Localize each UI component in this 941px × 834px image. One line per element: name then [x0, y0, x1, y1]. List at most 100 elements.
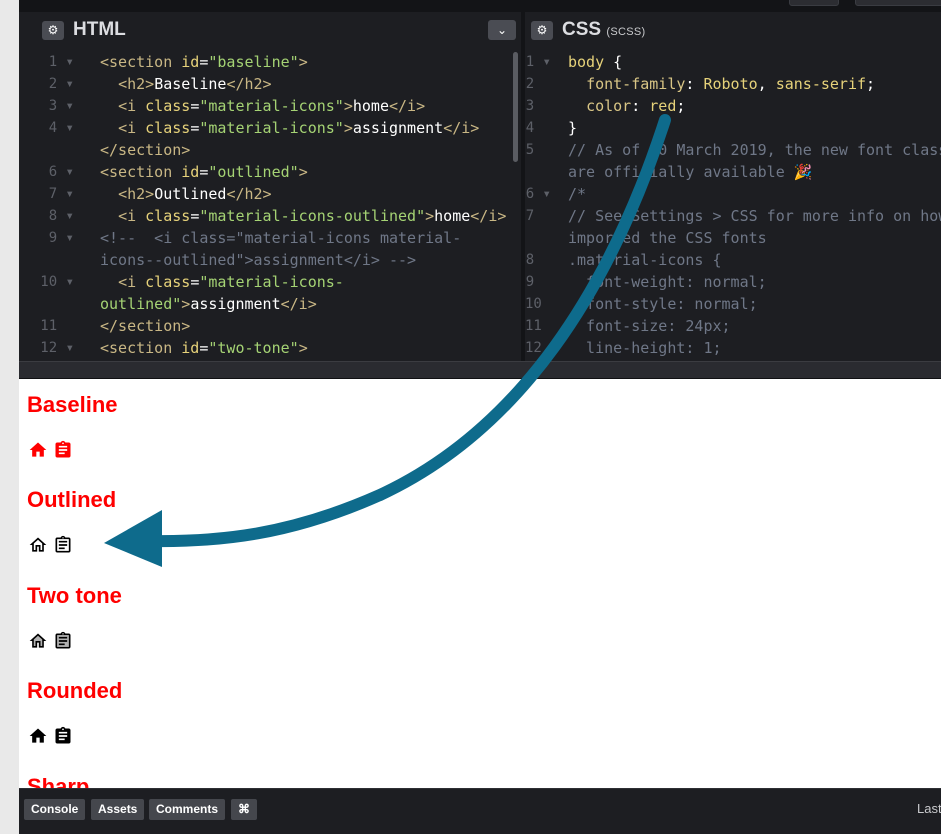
html-code-line[interactable]: 4 ▾ <i class="material-icons">assignment…	[36, 117, 521, 139]
html-code-line[interactable]: 11 </section>	[36, 315, 521, 337]
css-code-line[interactable]: are officially available 🎉	[525, 161, 941, 183]
bottom-bar: Console Assets Comments ⌘ Last saved	[19, 788, 941, 834]
code-text: font-size: 24px;	[568, 315, 731, 337]
home-icon	[28, 440, 48, 460]
css-code-line[interactable]: 9 font-weight: normal;	[525, 271, 941, 293]
line-number: 6 ▾	[36, 161, 80, 183]
comments-button[interactable]: Comments	[149, 799, 225, 820]
html-code-line[interactable]: outlined">assignment</i>	[36, 293, 521, 315]
line-number: 7 ▾	[36, 183, 80, 205]
html-code-line[interactable]: 10 ▾ <i class="material-icons-	[36, 271, 521, 293]
code-text: }	[568, 117, 577, 139]
home-icon	[28, 631, 48, 651]
css-code-line[interactable]: 11 font-size: 24px;	[525, 315, 941, 337]
code-text: <!-- <i class="material-icons material-	[100, 227, 461, 249]
code-text: <i class="material-icons-	[100, 271, 344, 293]
code-text: // As of 20 March 2019, the new font cla…	[568, 139, 941, 161]
css-code-line[interactable]: 6 ▾ /*	[525, 183, 941, 205]
code-text: /*	[568, 183, 586, 205]
css-code-line[interactable]: 8 .material-icons {	[525, 249, 941, 271]
html-code-line[interactable]: </section>	[36, 139, 521, 161]
chevron-down-icon[interactable]: ⌄	[488, 20, 516, 40]
code-text: <i class="material-icons">home</i>	[100, 95, 425, 117]
line-number: 7	[525, 205, 557, 227]
css-editor-title: CSS (SCSS)	[562, 19, 645, 41]
line-number: 3 ▾	[36, 95, 80, 117]
gear-icon[interactable]: ⚙	[531, 21, 553, 40]
html-code-line[interactable]: 8 ▾ <i class="material-icons-outlined">h…	[36, 205, 521, 227]
html-code-line[interactable]: 6 ▾<section id="outlined">	[36, 161, 521, 183]
home-icon	[28, 726, 48, 746]
code-text: icons--outlined">assignment</i> -->	[100, 249, 416, 271]
css-code-line[interactable]: 5 // As of 20 March 2019, the new font c…	[525, 139, 941, 161]
html-code-line[interactable]: 12 ▾<section id="two-tone">	[36, 337, 521, 359]
assignment-icon	[53, 631, 73, 651]
code-text: font-weight: normal;	[568, 271, 767, 293]
code-text: <section id="two-tone">	[100, 337, 308, 359]
panel-resizer[interactable]	[19, 361, 941, 379]
line-number: 9	[525, 271, 557, 293]
css-editor-title-text: CSS	[562, 19, 601, 40]
line-number: 2	[525, 73, 557, 95]
preview-icon-row	[28, 724, 73, 748]
home-icon	[28, 535, 48, 555]
css-code-line[interactable]: 10 font-style: normal;	[525, 293, 941, 315]
line-number: 12	[525, 337, 557, 359]
gear-icon[interactable]: ⚙	[42, 21, 64, 40]
editor-scrollbar[interactable]	[513, 52, 518, 162]
css-code-area[interactable]: 1 ▾ body {2 font-family: Roboto, sans-ser…	[525, 51, 941, 359]
code-text: <h2>Outlined</h2>	[100, 183, 272, 205]
toolbar-button[interactable]	[855, 0, 941, 6]
result-preview: BaselineOutlinedTwo toneRoundedSharp	[19, 379, 941, 788]
line-number: 8	[525, 249, 557, 271]
css-editor-panel: ⚙ CSS (SCSS) 1 ▾ body {2 font-family: Rob…	[521, 12, 941, 361]
code-text: .material-icons {	[568, 249, 722, 271]
code-text: <section id="baseline">	[100, 51, 308, 73]
code-text: line-height: 1;	[568, 337, 722, 359]
css-code-line[interactable]: 2 font-family: Roboto, sans-serif;	[525, 73, 941, 95]
html-code-line[interactable]: 3 ▾ <i class="material-icons">home</i>	[36, 95, 521, 117]
code-text: <i class="material-icons">assignment</i>	[100, 117, 479, 139]
last-saved-text: Last saved	[917, 801, 941, 816]
css-code-line[interactable]: 7 // See Settings > CSS for more info on…	[525, 205, 941, 227]
html-code-line[interactable]: 1 ▾ <section id="baseline">	[36, 51, 521, 73]
html-editor-panel: ⚙ HTML ⌄ 1 ▾<section id="baseline">2 ▾ <…	[36, 12, 521, 361]
html-code-line[interactable]: 2 ▾ <h2>Baseline</h2>	[36, 73, 521, 95]
code-text: are officially available 🎉	[568, 161, 812, 183]
css-code-line[interactable]: 12 line-height: 1;	[525, 337, 941, 359]
preview-icon-row	[28, 629, 73, 653]
assignment-icon	[53, 726, 73, 746]
html-code-area[interactable]: 1 ▾<section id="baseline">2 ▾ <h2>Baseli…	[36, 51, 521, 359]
assets-button[interactable]: Assets	[91, 799, 144, 820]
line-number: 11	[36, 315, 80, 337]
line-number: 10 ▾	[36, 271, 80, 293]
toolbar-button[interactable]	[789, 0, 839, 6]
codepen-window: ⚙ HTML ⌄ 1 ▾<section id="baseline">2 ▾ <…	[19, 0, 941, 834]
preview-heading: Rounded	[27, 678, 122, 704]
css-code-line[interactable]: 1 ▾ body {	[525, 51, 941, 73]
css-code-line[interactable]: 4 }	[525, 117, 941, 139]
console-button[interactable]: Console	[24, 799, 85, 820]
css-code-line[interactable]: imported the CSS fonts	[525, 227, 941, 249]
preview-heading: Outlined	[27, 487, 116, 513]
line-number: 4 ▾	[36, 117, 80, 139]
line-number: 4	[525, 117, 557, 139]
line-number: 2 ▾	[36, 73, 80, 95]
assignment-icon	[53, 535, 73, 555]
code-text: <i class="material-icons-outlined">home<…	[100, 205, 506, 227]
line-number: 5	[525, 139, 557, 161]
code-text: imported the CSS fonts	[568, 227, 767, 249]
line-number: 6 ▾	[525, 183, 557, 205]
preview-heading: Baseline	[27, 392, 118, 418]
html-code-line[interactable]: icons--outlined">assignment</i> -->	[36, 249, 521, 271]
keyboard-shortcuts-button[interactable]: ⌘	[231, 799, 257, 820]
line-number: 1 ▾	[36, 51, 80, 73]
preview-heading: Sharp	[27, 774, 89, 788]
html-code-line[interactable]: 7 ▾ <h2>Outlined</h2>	[36, 183, 521, 205]
css-code-line[interactable]: 3 color: red;	[525, 95, 941, 117]
html-code-line[interactable]: 9 ▾<!-- <i class="material-icons materia…	[36, 227, 521, 249]
code-text: font-style: normal;	[568, 293, 758, 315]
code-text: body {	[568, 51, 622, 73]
code-text: <h2>Baseline</h2>	[100, 73, 272, 95]
line-number: 1 ▾	[525, 51, 557, 73]
